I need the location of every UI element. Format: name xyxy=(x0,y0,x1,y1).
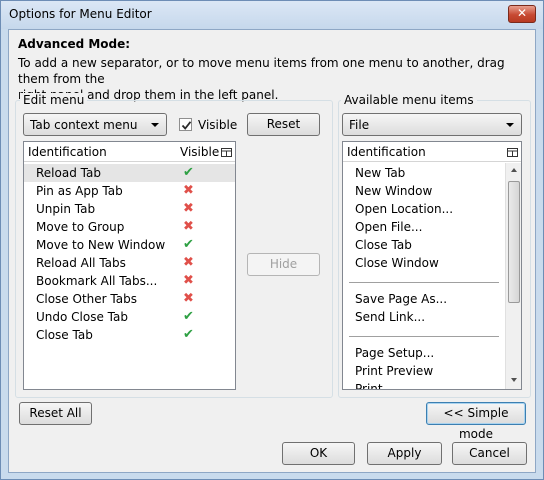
list-item-label: Open Location... xyxy=(355,202,454,216)
list-item[interactable]: Send Link... xyxy=(343,308,505,326)
list-item-label: Send Link... xyxy=(355,310,426,324)
column-picker-icon[interactable] xyxy=(507,147,518,161)
ok-button[interactable]: OK xyxy=(282,442,355,465)
hide-button[interactable]: Hide xyxy=(247,253,320,276)
edit-menu-dropdown-value: Tab context menu xyxy=(30,118,138,132)
list-item-label: Move to Group xyxy=(36,220,125,234)
title-bar[interactable]: Options for Menu Editor ✕ xyxy=(1,1,543,29)
column-header-identification[interactable]: Identification xyxy=(347,145,426,159)
reset-all-button[interactable]: Reset All xyxy=(19,402,92,425)
list-item[interactable]: Undo Close Tab ✔ xyxy=(24,308,235,326)
list-item[interactable]: Move to New Window ✔ xyxy=(24,236,235,254)
hidden-cross-icon[interactable]: ✖ xyxy=(183,254,194,272)
edit-menu-list-header: Identification Visible xyxy=(24,142,235,162)
list-item[interactable]: Unpin Tab ✖ xyxy=(24,200,235,218)
list-item-label: New Window xyxy=(355,184,433,198)
list-item-label: Bookmark All Tabs... xyxy=(36,274,158,288)
list-item-label: Close Window xyxy=(355,256,439,270)
advanced-mode-heading: Advanced Mode: xyxy=(18,37,131,51)
visible-checkbox-label: Visible xyxy=(198,118,238,132)
column-header-identification[interactable]: Identification xyxy=(28,145,107,159)
reset-button[interactable]: Reset xyxy=(247,113,320,136)
list-item-label: Reload Tab xyxy=(36,166,101,180)
list-item-label: Undo Close Tab xyxy=(36,310,128,324)
simple-mode-button[interactable]: << Simple mode xyxy=(426,402,526,441)
visible-check-icon[interactable]: ✔ xyxy=(183,326,194,344)
list-item[interactable]: New Window xyxy=(343,182,505,200)
list-item[interactable]: Page Setup... xyxy=(343,344,505,362)
close-icon[interactable]: ✕ xyxy=(508,5,536,23)
vertical-scrollbar[interactable] xyxy=(505,163,521,389)
list-item-label: Unpin Tab xyxy=(36,202,96,216)
available-items-list[interactable]: Identification New Tab New Window Open L… xyxy=(342,141,522,390)
list-item[interactable]: Close Window xyxy=(343,254,505,272)
column-header-visible[interactable]: Visible xyxy=(180,145,219,159)
list-item[interactable]: Open File... xyxy=(343,218,505,236)
list-item[interactable]: Save Page As... xyxy=(343,290,505,308)
list-item-label: Close Tab xyxy=(36,328,93,342)
list-item[interactable]: Reload All Tabs ✖ xyxy=(24,254,235,272)
edit-menu-dropdown[interactable]: Tab context menu xyxy=(23,113,167,136)
list-item-label: Page Setup... xyxy=(355,346,435,360)
list-item-label: Save Page As... xyxy=(355,292,448,306)
edit-menu-list[interactable]: Identification Visible Reload Tab ✔ Pin a… xyxy=(23,141,236,390)
available-items-label: Available menu items xyxy=(341,93,477,107)
visible-checkbox[interactable] xyxy=(179,118,192,131)
list-item-label: Pin as App Tab xyxy=(36,184,123,198)
list-item-label: Close Tab xyxy=(355,238,412,252)
chevron-down-icon xyxy=(151,123,159,127)
hidden-cross-icon[interactable]: ✖ xyxy=(183,290,194,308)
visible-check-icon[interactable]: ✔ xyxy=(183,164,194,182)
available-menu-dropdown-value: File xyxy=(349,118,370,132)
list-item[interactable]: Close Tab ✔ xyxy=(24,326,235,344)
list-item[interactable]: Bookmark All Tabs... ✖ xyxy=(24,272,235,290)
list-item[interactable]: Close Other Tabs ✖ xyxy=(24,290,235,308)
available-list-header: Identification xyxy=(343,142,521,162)
hidden-cross-icon[interactable]: ✖ xyxy=(183,200,194,218)
edit-menu-label: Edit menu xyxy=(20,93,88,107)
scroll-down-icon[interactable] xyxy=(511,378,517,382)
list-item[interactable]: Reload Tab ✔ xyxy=(24,164,235,182)
list-item-label: Reload All Tabs xyxy=(36,256,126,270)
list-item-label: Print... xyxy=(355,382,395,390)
apply-button[interactable]: Apply xyxy=(367,442,442,465)
menu-separator[interactable] xyxy=(349,282,499,283)
list-item[interactable]: Print... xyxy=(343,380,505,390)
cancel-button[interactable]: Cancel xyxy=(452,442,527,465)
list-item-label: Print Preview xyxy=(355,364,434,378)
scroll-up-icon[interactable] xyxy=(511,168,517,172)
available-menu-dropdown[interactable]: File xyxy=(342,113,522,136)
list-item-label: Close Other Tabs xyxy=(36,292,137,306)
window-title: Options for Menu Editor xyxy=(9,7,152,21)
list-item-label: Move to New Window xyxy=(36,238,166,252)
list-item-label: Open File... xyxy=(355,220,423,234)
list-item[interactable]: Pin as App Tab ✖ xyxy=(24,182,235,200)
dialog-window: Options for Menu Editor ✕ Advanced Mode:… xyxy=(0,0,544,480)
scrollbar-thumb[interactable] xyxy=(508,181,520,303)
hidden-cross-icon[interactable]: ✖ xyxy=(183,182,194,200)
visible-check-icon[interactable]: ✔ xyxy=(183,236,194,254)
visible-check-icon[interactable]: ✔ xyxy=(183,308,194,326)
checkmark-icon xyxy=(181,121,192,130)
menu-separator[interactable] xyxy=(349,336,499,337)
chevron-down-icon xyxy=(506,123,514,127)
list-item[interactable]: New Tab xyxy=(343,164,505,182)
hidden-cross-icon[interactable]: ✖ xyxy=(183,272,194,290)
list-item[interactable]: Print Preview xyxy=(343,362,505,380)
list-item[interactable]: Close Tab xyxy=(343,236,505,254)
list-item[interactable]: Move to Group ✖ xyxy=(24,218,235,236)
dialog-client: Advanced Mode: To add a new separator, o… xyxy=(8,29,536,473)
instructions-line-1: To add a new separator, or to move menu … xyxy=(18,56,505,86)
column-picker-icon[interactable] xyxy=(221,147,232,161)
hidden-cross-icon[interactable]: ✖ xyxy=(183,218,194,236)
list-item-label: New Tab xyxy=(355,166,406,180)
list-item[interactable]: Open Location... xyxy=(343,200,505,218)
